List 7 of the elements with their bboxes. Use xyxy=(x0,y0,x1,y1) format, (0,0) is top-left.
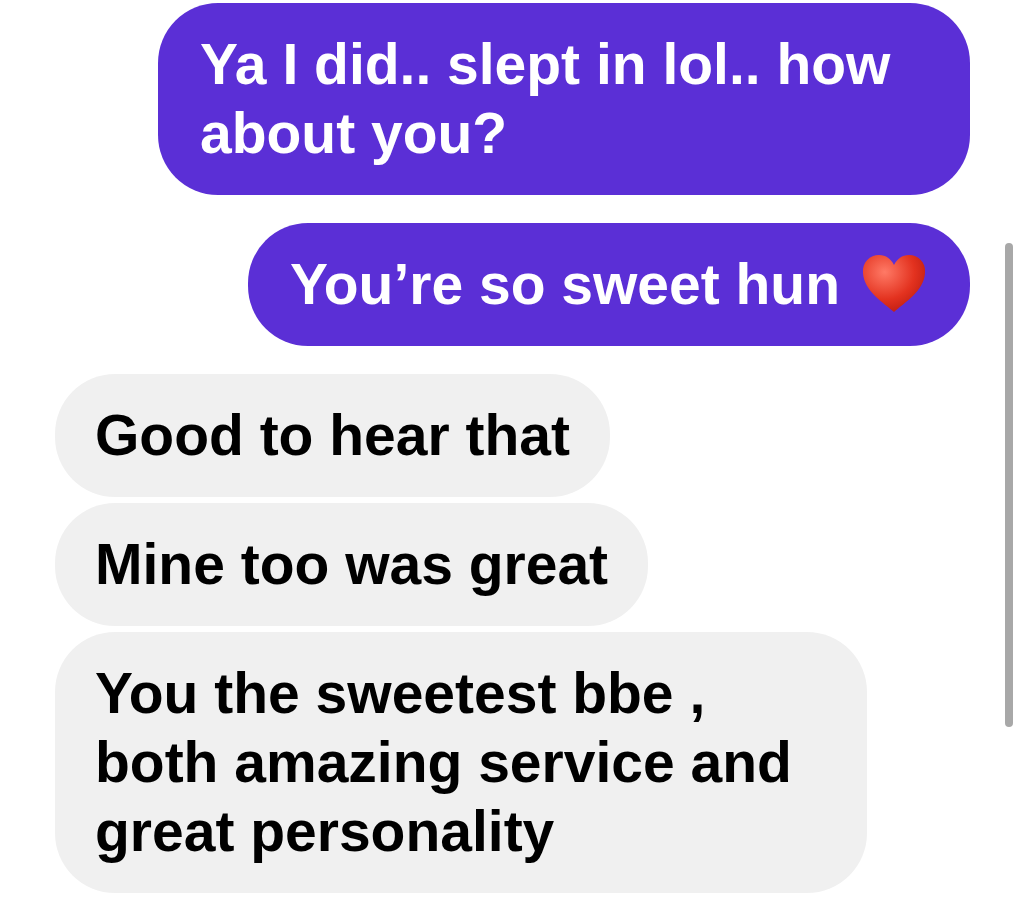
message-text: Mine too was great xyxy=(95,532,609,596)
message-text: Ya I did.. slept in lol.. how about you? xyxy=(200,32,891,165)
scrollbar-thumb[interactable] xyxy=(1005,243,1013,727)
message-text: Good to hear that xyxy=(95,403,570,467)
message-text: You’re so sweet hun xyxy=(289,252,840,316)
message-text: You the sweetest bbe , both amazing service and great personality xyxy=(95,661,792,863)
heart-icon xyxy=(862,254,926,314)
